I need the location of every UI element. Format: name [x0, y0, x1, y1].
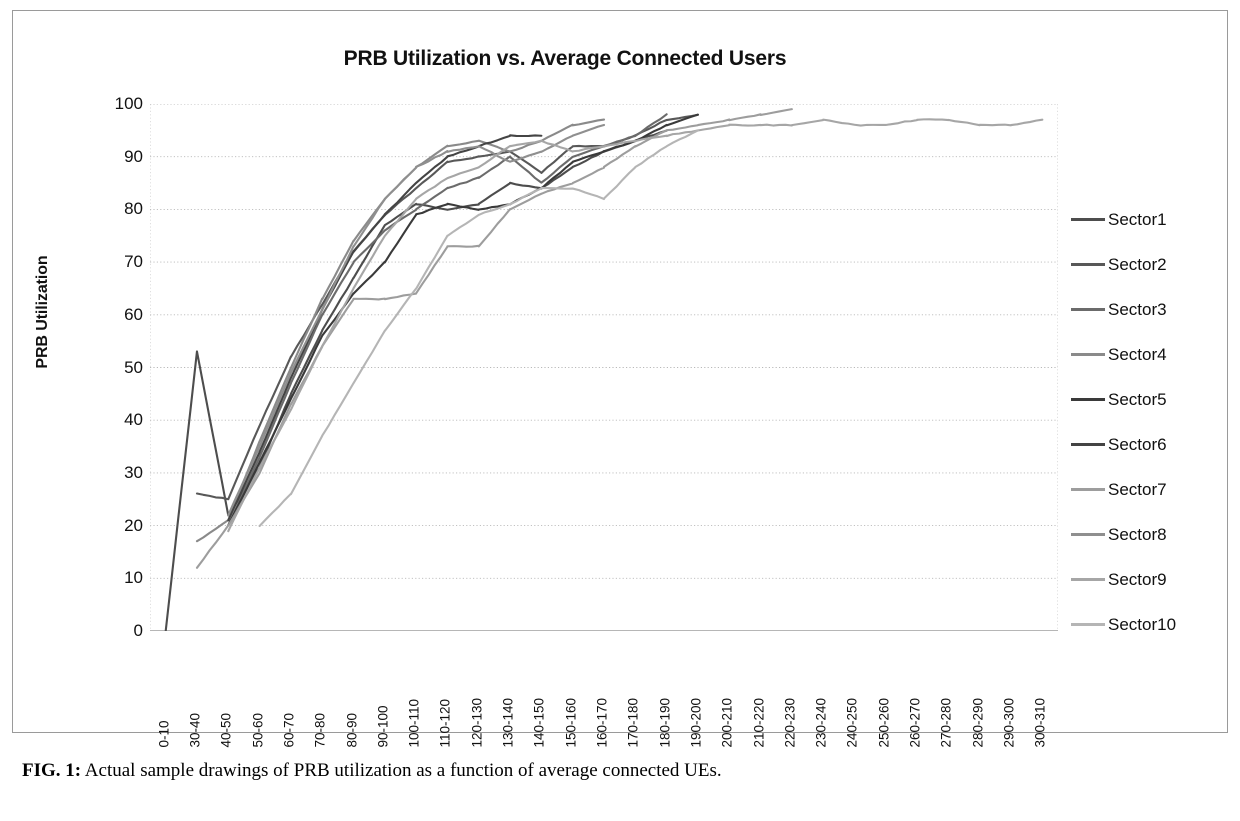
x-tick-label: 290-300: [1001, 697, 1017, 747]
x-tick-label: 270-280: [938, 697, 954, 747]
plot-area: [150, 104, 1058, 631]
x-tick-label: 110-120: [437, 698, 453, 747]
legend-label: Sector10: [1108, 615, 1177, 634]
y-tick-label: 100: [114, 94, 143, 113]
x-tick-label: 240-250: [844, 697, 860, 747]
x-tick-label: 150-160: [563, 697, 579, 747]
legend-item-sector8[interactable]: Sector8: [1071, 512, 1240, 557]
legend-swatch-icon: [1071, 353, 1105, 356]
legend-item-sector2[interactable]: Sector2: [1071, 242, 1240, 287]
legend-swatch-icon: [1071, 488, 1105, 491]
x-tick-label: 70-80: [312, 712, 328, 747]
y-tick-label: 50: [124, 357, 143, 377]
x-tick-label: 60-70: [281, 712, 297, 747]
x-axis-ticks: 0-10 30-40 40-50 50-60 60-70 70-80 80-90 90-100…: [150, 637, 1058, 747]
caption-label: FIG. 1:: [22, 760, 82, 781]
x-tick-label: 50-60: [250, 712, 266, 747]
y-tick-label: 0: [133, 621, 143, 640]
legend-label: Sector5: [1108, 390, 1167, 409]
legend-label: Sector1: [1108, 210, 1167, 229]
chart-title: PRB Utilization vs. Average Connected Us…: [343, 47, 787, 70]
legend-item-sector3[interactable]: Sector3: [1071, 287, 1240, 332]
legend-label: Sector3: [1108, 300, 1167, 319]
x-tick-label: 180-190: [657, 697, 673, 747]
legend-label: Sector9: [1108, 570, 1167, 589]
series-line: [227, 118, 1044, 533]
x-tick-label: 120-130: [469, 697, 485, 747]
x-tick-label: 80-90: [344, 712, 360, 747]
x-tick-label: 200-210: [719, 697, 735, 747]
y-tick-label: 30: [124, 462, 143, 482]
x-tick-label: 40-50: [218, 712, 234, 747]
x-tick-label: 160-170: [594, 697, 610, 747]
x-tick-label: 100-110: [406, 698, 422, 747]
legend-item-sector5[interactable]: Sector5: [1071, 377, 1240, 422]
legend-label: Sector7: [1108, 480, 1167, 499]
legend-item-sector1[interactable]: Sector1: [1071, 197, 1240, 242]
x-tick-label: 210-220: [751, 697, 767, 747]
x-tick-label: 300-310: [1032, 697, 1048, 747]
x-tick-label: 250-260: [876, 697, 892, 747]
series-line: [227, 113, 668, 527]
x-tick-label: 130-140: [500, 697, 516, 747]
legend-item-sector9[interactable]: Sector9: [1071, 557, 1240, 602]
legend-swatch-icon: [1071, 263, 1105, 266]
figure-page: PRB Utilization vs. Average Connected Us…: [0, 0, 1240, 821]
y-axis-ticks: 0 10 20 30 40 50 60 70 80 90 100: [75, 11, 143, 821]
y-tick-label: 40: [124, 410, 143, 430]
x-tick-label: 260-270: [907, 697, 923, 747]
chart-legend: Sector1 Sector2 Sector3 Sector4 Sector5 Secto…: [1071, 197, 1240, 647]
legend-label: Sector2: [1108, 255, 1167, 274]
legend-label: Sector4: [1108, 345, 1167, 364]
legend-swatch-icon: [1071, 308, 1105, 311]
legend-item-sector4[interactable]: Sector4: [1071, 332, 1240, 377]
legend-swatch-icon: [1071, 623, 1105, 626]
y-tick-label: 20: [124, 515, 143, 535]
x-tick-label: 0-10: [156, 719, 172, 747]
x-tick-label: 220-230: [782, 697, 798, 747]
series-line: [258, 129, 699, 528]
x-tick-label: 140-150: [531, 697, 547, 747]
y-axis-title: PRB Utilization: [34, 255, 51, 369]
x-tick-label: 280-290: [970, 697, 986, 747]
x-tick-label: 230-240: [813, 697, 829, 747]
series-line: [164, 129, 668, 631]
series-line: [227, 113, 699, 527]
legend-item-sector7[interactable]: Sector7: [1071, 467, 1240, 512]
y-tick-label: 10: [124, 568, 143, 588]
x-tick-label: 90-100: [375, 704, 391, 747]
legend-swatch-icon: [1071, 443, 1105, 446]
series-line: [195, 113, 699, 501]
legend-item-sector6[interactable]: Sector6: [1071, 422, 1240, 467]
y-tick-label: 60: [124, 304, 143, 324]
x-tick-label: 30-40: [187, 712, 203, 747]
x-tick-label: 170-180: [625, 697, 641, 747]
y-tick-label: 70: [124, 252, 143, 272]
legend-swatch-icon: [1071, 218, 1105, 221]
figure-caption: FIG. 1: Actual sample drawings of PRB ut…: [22, 760, 1222, 782]
legend-label: Sector8: [1108, 525, 1167, 544]
caption-text: Actual sample drawings of PRB utilizatio…: [81, 760, 722, 781]
y-tick-label: 80: [124, 199, 143, 219]
legend-swatch-icon: [1071, 398, 1105, 401]
legend-label: Sector6: [1108, 435, 1167, 454]
legend-swatch-icon: [1071, 533, 1105, 536]
x-tick-label: 190-200: [688, 697, 704, 747]
y-tick-label: 90: [124, 146, 143, 166]
legend-swatch-icon: [1071, 578, 1105, 581]
legend-item-sector10[interactable]: Sector10: [1071, 602, 1240, 647]
chart-canvas: [150, 104, 1058, 631]
figure-border: PRB Utilization vs. Average Connected Us…: [12, 10, 1228, 747]
